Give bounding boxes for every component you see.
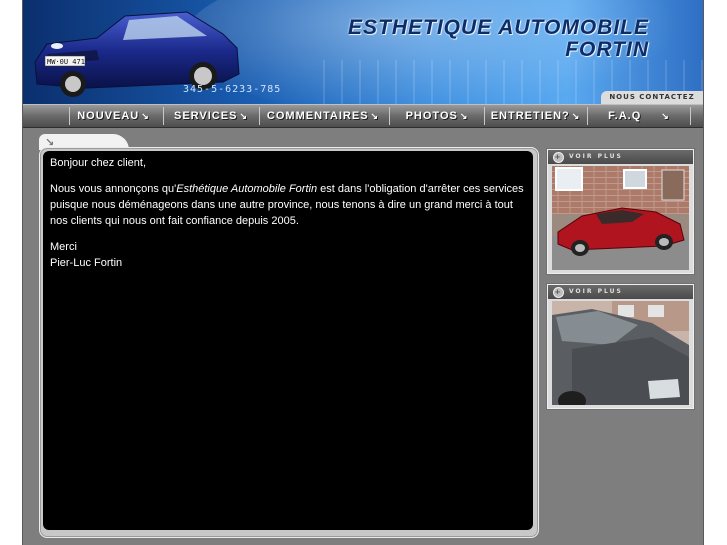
arrow-down-right-icon: ↘ — [571, 111, 581, 121]
car-photo-image — [552, 166, 689, 270]
plus-icon: + — [553, 152, 564, 163]
nav-item-commentaires[interactable]: COMMENTAIRES ↘ — [259, 107, 386, 125]
nav-label: PHOTOS — [405, 110, 458, 122]
sidebar-card[interactable]: + VOIR PLUS — [547, 284, 694, 409]
nav-label: COMMENTAIRES — [266, 110, 369, 122]
site-title-line1: ESTHETIQUE AUTOMOBILE — [347, 16, 649, 39]
thanks: Merci — [50, 241, 77, 253]
nav-label: ENTRETIEN? — [490, 110, 570, 122]
arrow-down-right-icon: ↘ — [370, 111, 380, 121]
nav-item-nouveau[interactable]: NOUVEAU ↘ — [69, 107, 157, 125]
arrow-down-right-icon: ↘ — [661, 111, 670, 121]
greeting: Bonjour chez client, — [50, 157, 146, 169]
nav-item-services[interactable]: SERVICES ↘ — [163, 107, 258, 125]
site-title: ESTHETIQUE AUTOMOBILE FORTIN — [319, 17, 649, 61]
arrow-down-right-icon: ↘ — [239, 111, 248, 121]
page-frame: MW·0U 471 ESTHETIQUE AUTOMOBILE FORTIN 3… — [22, 0, 704, 545]
contact-us-link[interactable]: NOUS CONTACTEZ — [601, 91, 703, 104]
announcement-text: Bonjour chez client, Nous vous annonçons… — [50, 155, 526, 271]
site-title-line2: FORTIN — [565, 38, 649, 61]
license-plate: MW·0U 471 — [47, 58, 85, 66]
red-sports-car-photo[interactable] — [552, 166, 689, 270]
nav-item-entretien[interactable]: ENTRETIEN? ↘ — [484, 107, 586, 125]
plus-icon: + — [553, 287, 564, 298]
nav-label: NOUVEAU — [77, 110, 140, 122]
nav-label: SERVICES — [174, 110, 238, 122]
main-nav: NOUVEAU ↘ SERVICES ↘ COMMENTAIRES ↘ PHOTOS ↘… — [23, 104, 703, 128]
phone-number: 345-5-6233-785 — [183, 84, 282, 95]
grey-sedan-photo[interactable] — [552, 301, 689, 405]
announcement-paragraph: Nous vous annonçons qu'Esthétique Automo… — [50, 183, 524, 227]
card-heading: + VOIR PLUS — [548, 150, 693, 164]
header-banner: MW·0U 471 ESTHETIQUE AUTOMOBILE FORTIN 3… — [23, 0, 703, 104]
signature: Pier-Luc Fortin — [50, 257, 123, 269]
car-photo-image — [552, 301, 689, 405]
company-name: Esthétique Automobile Fortin — [176, 183, 318, 195]
nav-label: F.A.Q — [608, 110, 642, 122]
nav-item-faq[interactable]: F.A.Q ↘ — [587, 107, 691, 125]
sidebar-card[interactable]: + VOIR PLUS — [547, 149, 694, 274]
arrow-down-right-icon: ↘ — [141, 111, 150, 121]
card-heading: + VOIR PLUS — [548, 285, 693, 299]
nav-item-photos[interactable]: PHOTOS ↘ — [389, 107, 484, 125]
arrow-down-right-icon: ↘ — [459, 111, 469, 121]
